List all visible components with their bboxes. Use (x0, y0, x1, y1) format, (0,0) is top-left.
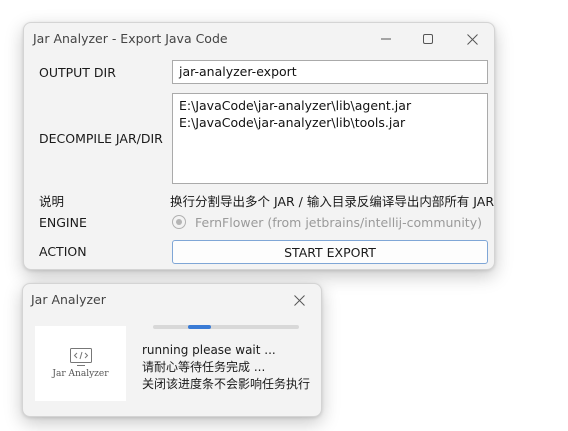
close-icon (466, 33, 478, 45)
minimize-icon (381, 38, 391, 40)
close-button[interactable] (450, 23, 494, 55)
action-label: ACTION (39, 244, 87, 259)
engine-label: ENGINE (39, 215, 87, 230)
output-dir-input[interactable]: jar-analyzer-export (172, 60, 488, 84)
title-bar[interactable]: Jar Analyzer - Export Java Code (24, 23, 494, 55)
maximize-icon (423, 34, 433, 44)
description-label: 说明 (39, 194, 65, 209)
jar-path-textarea[interactable]: E:\JavaCode\jar-analyzer\lib\agent.jar E… (172, 93, 488, 184)
start-export-button[interactable]: START EXPORT (172, 240, 488, 264)
jar-path-line: E:\JavaCode\jar-analyzer\lib\tools.jar (179, 115, 406, 130)
progress-fill (188, 325, 212, 329)
engine-option-label: FernFlower (from jetbrains/intellij-comm… (195, 215, 482, 230)
jar-path-line: E:\JavaCode\jar-analyzer\lib\agent.jar (179, 98, 412, 113)
export-window: Jar Analyzer - Export Java Code OUTPUT D… (23, 22, 495, 270)
code-icon (69, 348, 92, 366)
maximize-button[interactable] (406, 23, 450, 55)
progress-window-title: Jar Analyzer (31, 292, 106, 307)
minimize-button[interactable] (364, 23, 408, 55)
close-icon (293, 294, 305, 306)
app-logo: Jar Analyzer (35, 326, 126, 401)
engine-radio[interactable] (172, 215, 186, 229)
status-message: 请耐心等待任务完成 ... (142, 360, 266, 374)
logo-text: Jar Analyzer (52, 369, 109, 379)
progress-bar (153, 325, 299, 329)
output-dir-label: OUTPUT DIR (39, 65, 116, 80)
progress-window: Jar Analyzer Jar Analyzer running please… (22, 283, 322, 417)
progress-messages: running please wait ... 请耐心等待任务完成 ... 关闭… (142, 342, 310, 393)
status-message: 关闭该进度条不会影响任务执行 (142, 377, 311, 391)
status-message: running please wait ... (142, 343, 276, 357)
progress-close-button[interactable] (277, 284, 321, 316)
progress-title-bar[interactable]: Jar Analyzer (23, 284, 321, 316)
decompile-label: DECOMPILE JAR/DIR (39, 131, 163, 146)
radio-icon (176, 219, 182, 225)
description-text: 换行分割导出多个 JAR / 输入目录反编译导出内部所有 JAR (170, 194, 495, 209)
window-title: Jar Analyzer - Export Java Code (33, 31, 228, 46)
